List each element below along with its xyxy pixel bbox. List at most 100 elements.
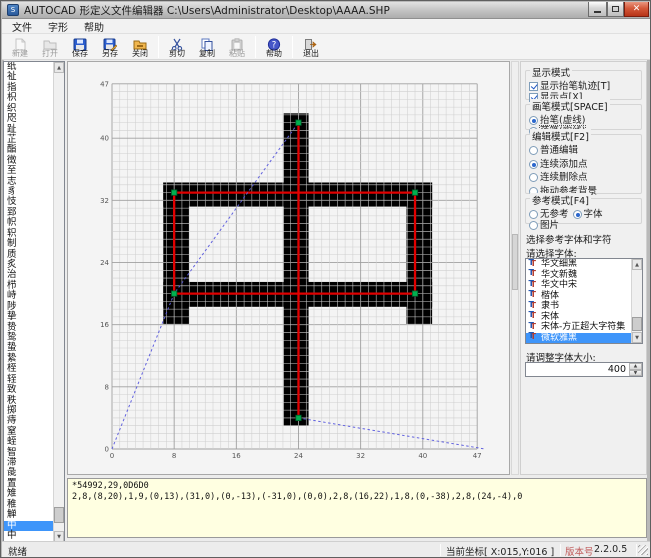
toolbar-button-label: 另存 [102,49,118,58]
vertex-point[interactable] [412,190,417,195]
scrollbar-thumb[interactable] [54,507,64,523]
x-axis-tick: 0 [110,452,114,460]
font-list-item[interactable]: 微软雅黑 [526,333,632,344]
close-file-icon [133,36,147,49]
menu-bar: 文件字形帮助 [2,19,651,34]
vertex-point[interactable] [171,291,176,296]
toolbar-button[interactable]: 另存 [95,35,125,58]
scrollbar-thumb[interactable] [632,317,642,331]
panel-splitter[interactable] [511,61,519,475]
radio-option[interactable]: 普通编辑 [529,145,634,156]
minimize-button[interactable] [588,2,607,17]
vertex-point[interactable] [412,291,417,296]
maximize-button[interactable] [607,2,624,17]
shape-definition-editor[interactable]: *54992,29,0D6D02,8,(8,20),1,9,(0,13),(31… [67,478,647,538]
font-list: 华文细黑华文新魏华文中宋楷体隶书宋体宋体-方正超大字符集微软雅黑 ▲ ▼ [525,258,643,344]
font-name: 宋体 [541,312,559,323]
font-size-spinner[interactable]: 400 ▲ ▼ [525,362,643,377]
char-list-item[interactable]: 觯 [4,510,54,520]
font-list-scrollbar[interactable]: ▲ ▼ [631,259,642,343]
font-list-item[interactable]: 华文细黑 [526,259,632,270]
y-axis-tick: 24 [100,259,109,267]
toolbar-button[interactable]: ?帮助 [259,35,289,58]
font-list-item[interactable]: 楷体 [526,291,632,302]
char-list-item[interactable]: 咫 [4,114,54,124]
toolbar-button-label: 保存 [72,49,88,58]
radio-unchecked-icon[interactable] [529,146,538,155]
toolbar-button[interactable]: 关闭 [125,35,155,58]
version-label: 版本号 [565,544,594,558]
option-label: 连续添加点 [540,159,588,170]
radio-unchecked-icon[interactable] [529,221,538,230]
checkbox-checked-icon[interactable] [529,82,538,91]
toolbar-button[interactable]: 退出 [296,35,326,58]
radio-unchecked-icon[interactable] [529,173,538,182]
toolbar-button-label: 帮助 [266,49,282,58]
toolbar-separator [158,36,159,58]
font-name: 微软雅黑 [541,333,577,344]
status-divider [636,544,637,556]
font-list-item[interactable]: 宋体 [526,312,632,323]
char-list-item[interactable]: 致 [4,385,54,395]
vertex-point[interactable] [171,190,176,195]
radio-checked-icon[interactable] [573,210,582,219]
group-title: 参考模式[F4] [530,193,591,207]
char-list-item[interactable]: 中 [4,531,54,541]
font-list-item[interactable]: 华文中宋 [526,280,632,291]
radio-option[interactable]: 连续添加点 [529,159,634,170]
toolbar-button[interactable]: 保存 [65,35,95,58]
font-list-item[interactable]: 隶书 [526,301,632,312]
option-label: 普通编辑 [540,145,578,156]
radio-unchecked-icon[interactable] [529,210,538,219]
vertex-point[interactable] [296,415,301,420]
x-axis-tick: 32 [356,452,365,460]
toolbar-button-label: 退出 [303,49,319,58]
font-list-item[interactable]: 华文新魏 [526,270,632,281]
radio-option[interactable]: 无参考 [529,209,569,220]
x-axis-tick: 47 [473,452,482,460]
scroll-up-icon[interactable]: ▲ [632,259,642,270]
option-label: 连续删除点 [540,172,588,183]
option-label: 无参考 [540,209,569,220]
font-list-item[interactable]: 宋体-方正超大字符集 [526,322,632,333]
window-title: AUTOCAD 形定义文件编辑器 C:\Users\Administrator\… [24,3,390,18]
app-icon: S [7,4,19,16]
close-button[interactable]: ✕ [624,2,649,17]
toolbar-button: 新建 [5,35,35,58]
toolbar-button[interactable]: 剪切 [162,35,192,58]
scroll-up-icon[interactable]: ▲ [54,62,64,73]
menu-item[interactable]: 文件 [4,18,40,35]
checkbox-option[interactable]: 显示抬笔轨迹[T] [529,81,610,92]
radio-checked-icon[interactable] [529,160,538,169]
menu-item[interactable]: 字形 [40,18,76,35]
char-list-item[interactable]: 挚 [4,312,54,322]
glyph-edit-canvas[interactable]: 008816162424323240404747 [67,61,510,475]
font-list-items: 华文细黑华文新魏华文中宋楷体隶书宋体宋体-方正超大字符集微软雅黑 [526,259,632,343]
radio-option[interactable]: 字体 [573,209,603,220]
spin-down-icon[interactable]: ▼ [629,370,642,377]
resize-grip[interactable] [638,545,648,555]
radio-option[interactable]: 图片 [529,220,559,231]
font-section-title: 选择参考字体和字符 [526,232,612,246]
y-axis-tick: 40 [100,135,109,143]
group-title: 显示模式 [530,65,572,79]
font-name: 楷体 [541,291,559,302]
exit-icon [304,36,318,49]
splitter-handle[interactable] [512,234,518,290]
radio-option[interactable]: 抬笔(虚线) [529,115,585,126]
scroll-down-icon[interactable]: ▼ [632,332,642,343]
character-list-scrollbar[interactable]: ▲ ▼ [53,62,64,542]
status-bar: 就绪 当前坐标[ X:015,Y:016 ] 版本号 2.2.0.5 [2,541,651,558]
toolbar-button[interactable]: 复制 [192,35,222,58]
menu-item[interactable]: 帮助 [76,18,112,35]
radio-checked-icon[interactable] [529,116,538,125]
status-divider [560,544,561,556]
radio-option[interactable]: 连续删除点 [529,172,634,183]
vertex-point[interactable] [296,120,301,125]
font-name: 华文中宋 [541,280,577,291]
title-bar[interactable]: S AUTOCAD 形定义文件编辑器 C:\Users\Administrato… [2,2,651,19]
font-size-value[interactable]: 400 [608,364,626,375]
shape-canvas[interactable]: 008816162424323240404747 [68,62,509,474]
paste-icon [230,36,244,49]
toolbar-separator [292,36,293,58]
